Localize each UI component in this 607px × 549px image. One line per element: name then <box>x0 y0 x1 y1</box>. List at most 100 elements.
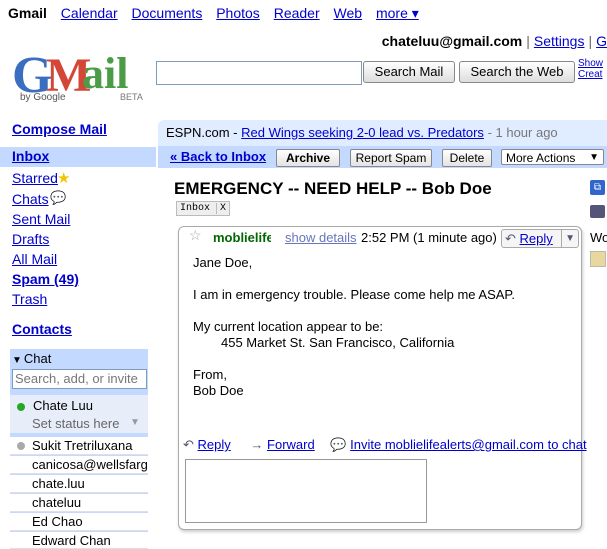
message-toolbar: « Back to Inbox Archive Report Spam Dele… <box>158 146 607 168</box>
nav-photos[interactable]: Photos <box>216 5 260 21</box>
nav-calendar[interactable]: Calendar <box>61 5 118 21</box>
chat-contact[interactable]: canicosa@wellsfarg <box>10 456 148 474</box>
gmail-logo[interactable]: G Mail by Google BETA <box>12 47 143 108</box>
remove-label-icon[interactable]: X <box>216 203 227 214</box>
chat-search-input[interactable]: Search, add, or invite <box>12 369 147 389</box>
nav-documents[interactable]: Documents <box>132 5 203 21</box>
sender-name[interactable]: moblielifealerts <box>213 230 271 245</box>
back-to-inbox-link[interactable]: « Back to Inbox <box>170 149 266 164</box>
nav-more[interactable]: more ▾ <box>376 5 419 21</box>
idle-dot-icon <box>17 442 25 450</box>
account-link-clipped[interactable]: G <box>596 33 607 49</box>
more-actions-label: More Actions <box>506 151 576 165</box>
sidebar-item-all-mail[interactable]: All Mail <box>12 251 57 267</box>
sidebar-item-starred[interactable]: Starred <box>12 170 58 186</box>
message-body: Jane Doe, I am in emergency trouble. Ple… <box>193 255 515 399</box>
online-dot-icon <box>17 403 25 411</box>
archive-button[interactable]: Archive <box>276 149 340 167</box>
sidebar-item-chats[interactable]: Chats <box>12 191 49 207</box>
contact-name: chateluu <box>32 495 82 510</box>
more-actions-select[interactable]: More Actions ▼ <box>501 149 604 165</box>
forward-link[interactable]: Forward <box>267 437 315 452</box>
star-outline-icon[interactable]: ☆ <box>189 227 202 244</box>
clip-age: - 1 hour ago <box>487 125 558 140</box>
web-clip-bar: ESPN.com - Red Wings seeking 2-0 lead vs… <box>158 120 607 146</box>
contact-name: chate.luu <box>32 476 85 491</box>
status-dropdown-icon[interactable]: ▼ <box>130 417 140 428</box>
chat-header[interactable]: ▼ Chat <box>10 351 51 366</box>
show-options-link[interactable]: Show <box>578 58 603 69</box>
message-subject: EMERGENCY -- NEED HELP -- Bob Doe <box>174 179 492 198</box>
clip-source: ESPN.com - <box>166 125 238 140</box>
contact-name: Sukit Tretriluxana <box>32 438 133 453</box>
my-status[interactable]: Chate Luu Set status here ▼ <box>10 395 148 433</box>
reply-button[interactable]: ↶ Reply ▼ <box>501 229 579 248</box>
contact-name: Ed Chao <box>32 514 83 529</box>
create-filter-link[interactable]: Creat <box>578 69 603 80</box>
inbox-tag: Inbox X <box>176 201 231 216</box>
chat-bubble-icon: 💬 <box>330 437 347 452</box>
message-header: ☆ moblielifealerts show details 2:52 PM … <box>179 227 581 249</box>
message-time: 2:52 PM (1 minute ago) <box>361 230 497 245</box>
separator: | <box>588 33 593 49</box>
clip-headline-link[interactable]: Red Wings seeking 2-0 lead vs. Predators <box>241 125 484 140</box>
search-options: Show Creat <box>578 58 603 80</box>
reply-dropdown-icon[interactable]: ▼ <box>561 230 575 247</box>
chat-panel: ▼ Chat Search, add, or invite Chate Luu S… <box>10 349 148 549</box>
body-greeting: Jane Doe, <box>193 255 253 270</box>
chat-contact[interactable]: Ed Chao <box>10 513 148 531</box>
account-bar: chateluu@gmail.com | Settings | G <box>382 33 607 49</box>
contact-name: Edward Chan <box>32 533 111 548</box>
inbox-label[interactable]: Inbox <box>12 148 49 164</box>
message-card: ☆ moblielifealerts show details 2:52 PM … <box>178 226 587 530</box>
chat-title: Chat <box>23 351 52 366</box>
body-signature: Bob Doe <box>193 383 244 398</box>
search-mail-button[interactable]: Search Mail <box>363 61 455 83</box>
sidebar-item-sent[interactable]: Sent Mail <box>12 211 70 227</box>
separator: | <box>526 33 530 49</box>
body-line: My current location appear to be: <box>193 319 384 334</box>
reply-label: Reply <box>519 231 553 246</box>
map-icon[interactable] <box>590 251 606 267</box>
collapse-triangle-icon[interactable]: ▼ <box>12 355 22 366</box>
chat-bubble-icon: 💬 <box>50 190 67 205</box>
nav-web[interactable]: Web <box>334 5 363 21</box>
search-input[interactable] <box>156 61 362 85</box>
chat-contact[interactable]: chate.luu <box>10 475 148 493</box>
status-message[interactable]: Set status here <box>32 416 119 431</box>
body-line: I am in emergency trouble. Please come h… <box>193 287 516 302</box>
nav-gmail: Gmail <box>8 5 47 21</box>
my-name: Chate Luu <box>33 398 93 413</box>
sidebar-item-spam[interactable]: Spam (49) <box>12 271 79 287</box>
right-label-clipped: Wo <box>590 230 607 245</box>
quick-reply-box[interactable] <box>185 459 427 523</box>
chat-contact[interactable]: chateluu <box>10 494 148 512</box>
show-details-link[interactable]: show details <box>285 230 357 245</box>
star-icon: ★ <box>57 170 71 187</box>
invite-to-chat-link[interactable]: Invite moblielifealerts@gmail.com to cha… <box>350 437 586 452</box>
delete-button[interactable]: Delete <box>442 149 492 167</box>
message-actions: ↶ Reply → Forward 💬 Invite moblielifeale… <box>183 437 587 453</box>
reply-arrow-icon: ↶ <box>505 231 516 246</box>
settings-link[interactable]: Settings <box>534 33 585 49</box>
logo-by-google: by Google <box>20 92 66 103</box>
report-spam-button[interactable]: Report Spam <box>350 149 432 167</box>
compose-mail-link[interactable]: Compose Mail <box>12 121 107 137</box>
dropdown-arrow-icon: ▼ <box>589 152 599 163</box>
forward-arrow-icon: → <box>250 437 264 452</box>
sidebar-item-drafts[interactable]: Drafts <box>12 231 49 247</box>
body-address: 455 Market St. San Francisco, California <box>221 335 455 350</box>
logo-beta: BETA <box>120 92 143 102</box>
contact-name: canicosa@wellsfarg <box>32 457 148 472</box>
sidebar-item-trash[interactable]: Trash <box>12 291 47 307</box>
print-icon[interactable] <box>590 205 605 218</box>
sidebar-item-inbox[interactable]: Inbox <box>0 147 156 167</box>
nav-reader[interactable]: Reader <box>274 5 320 21</box>
contacts-link[interactable]: Contacts <box>12 321 72 337</box>
search-web-button[interactable]: Search the Web <box>459 61 575 83</box>
right-column: ⧉ Wo <box>590 180 607 267</box>
reply-link[interactable]: Reply <box>198 437 231 452</box>
tag-label: Inbox <box>180 203 211 214</box>
new-window-icon[interactable]: ⧉ <box>590 180 605 195</box>
chat-contact[interactable]: Sukit Tretriluxana <box>10 437 148 455</box>
